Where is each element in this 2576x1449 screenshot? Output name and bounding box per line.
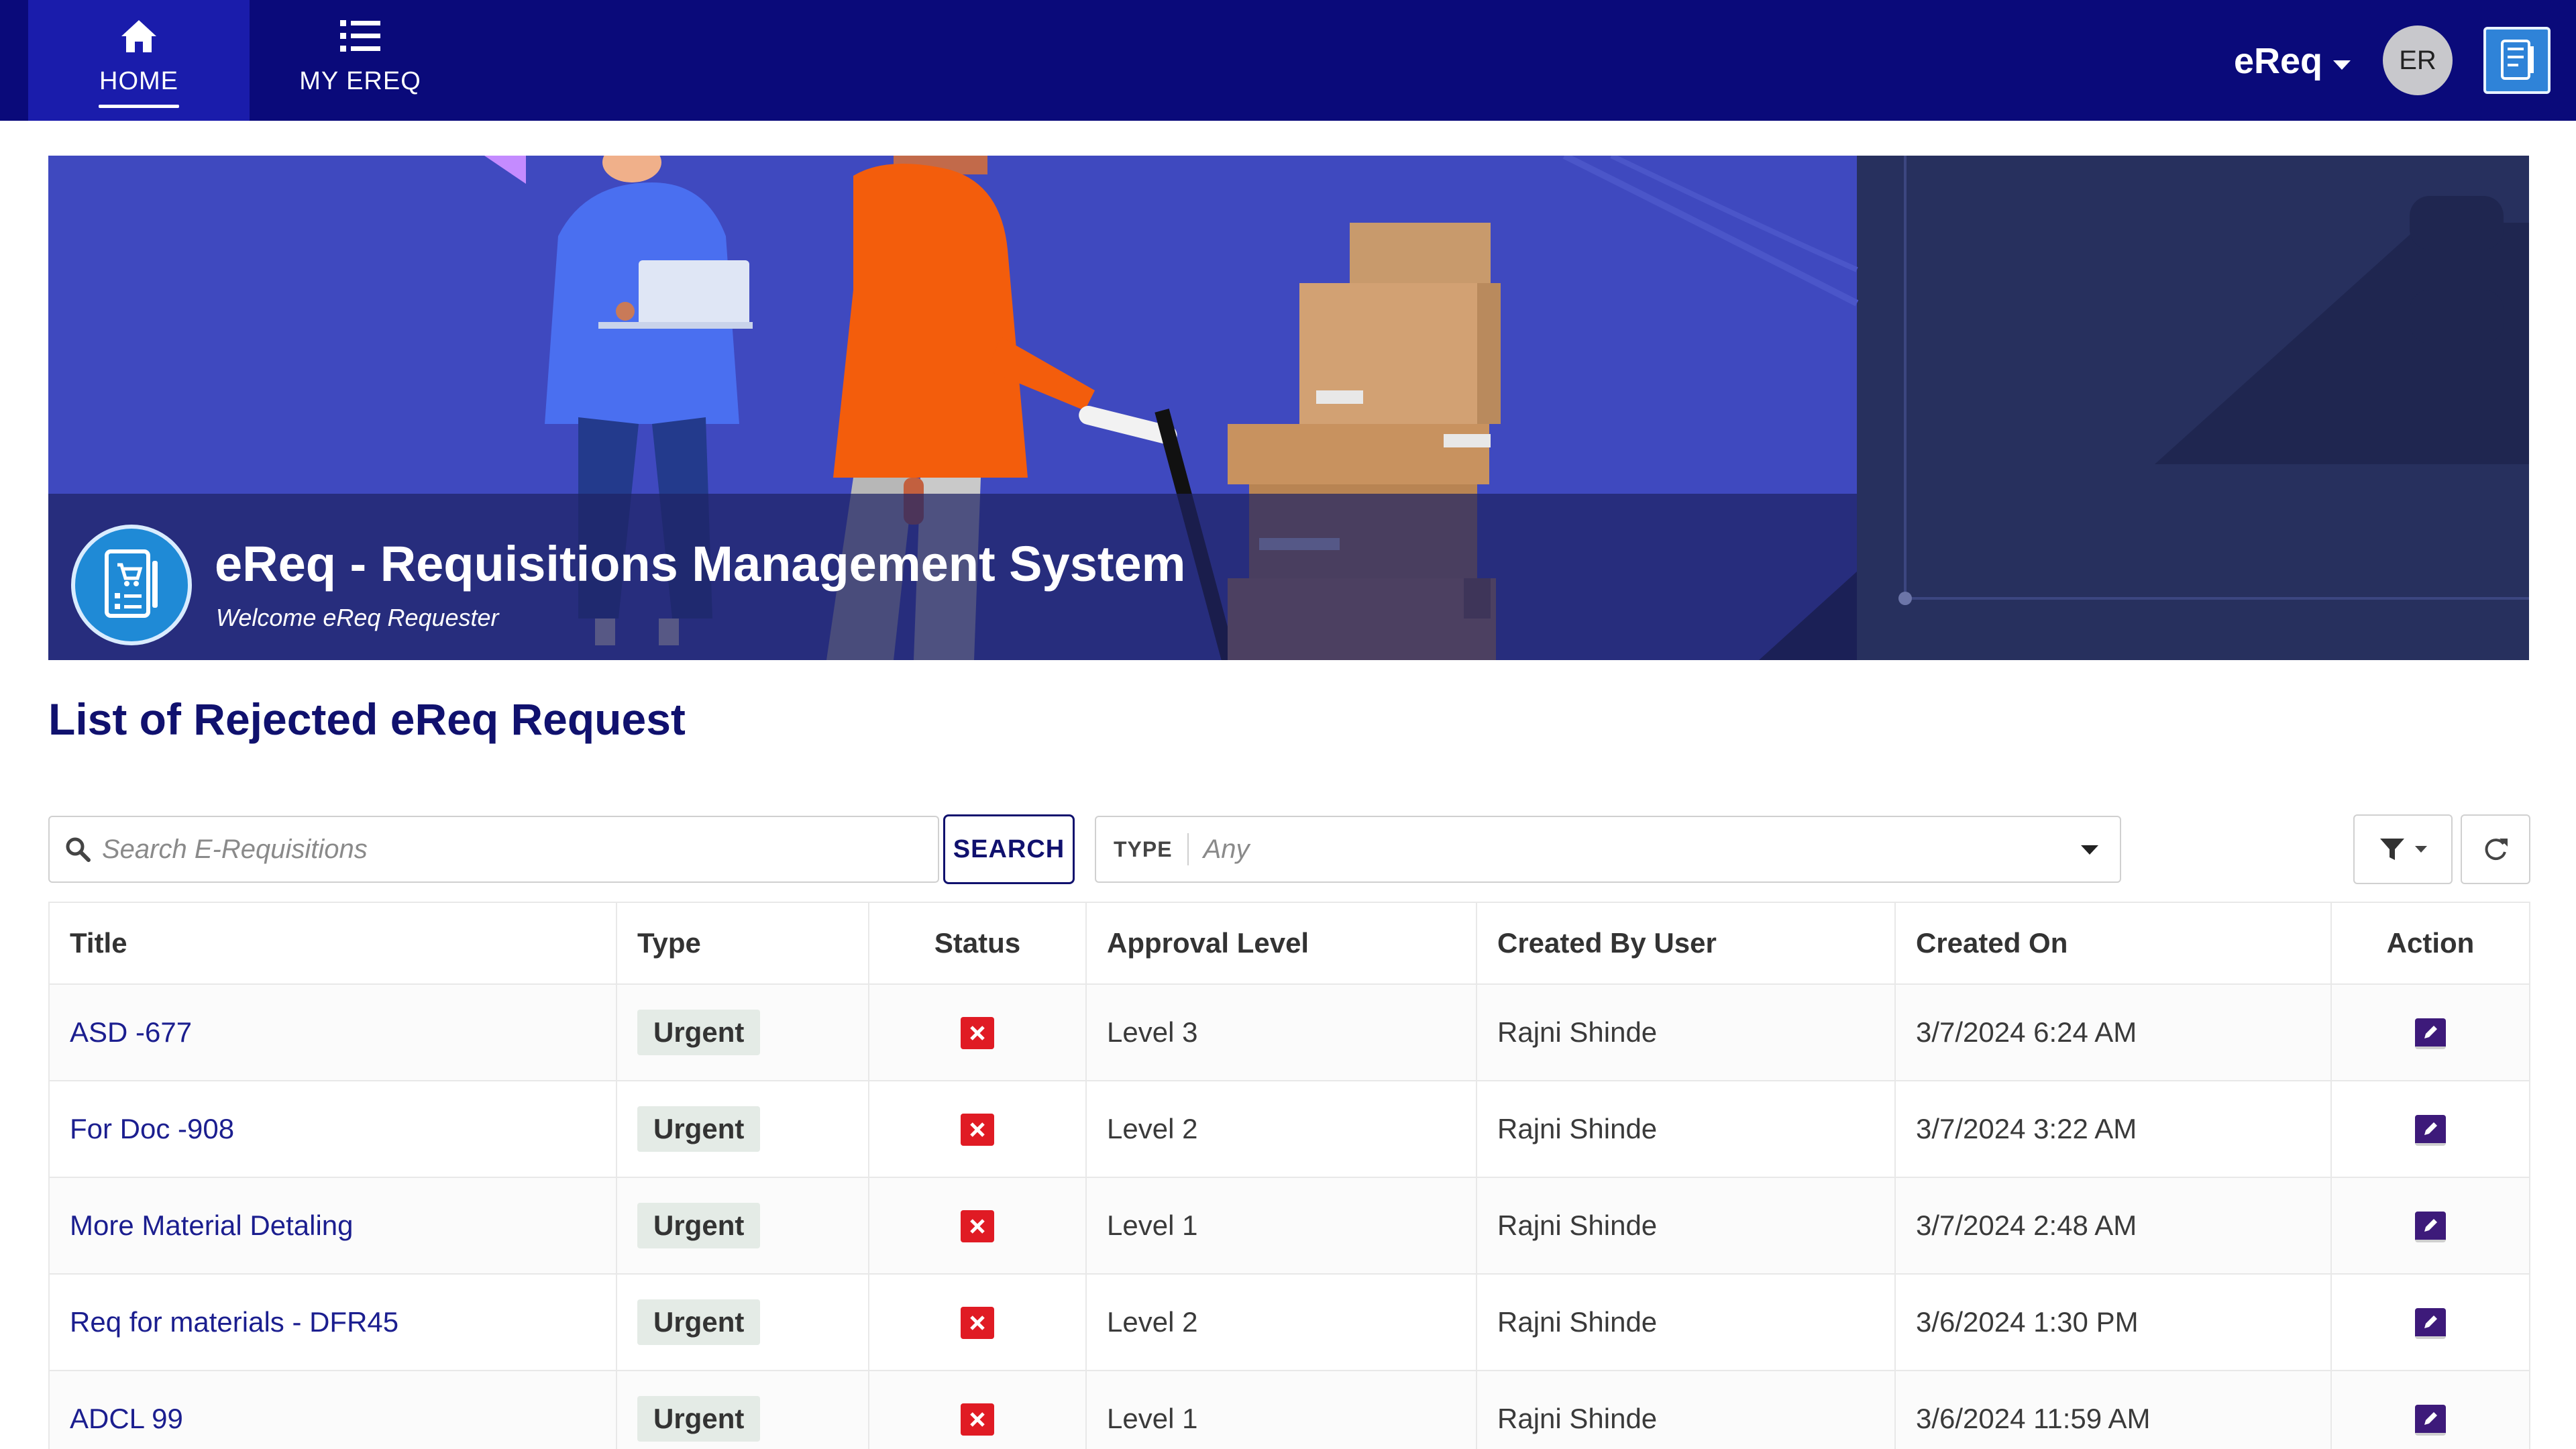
search-input[interactable] xyxy=(102,834,907,865)
table-row: Req for materials - DFR45 Urgent Level 2… xyxy=(48,1273,2530,1371)
table-header-row: Title Type Status Approval Level Created… xyxy=(48,902,2530,985)
column-header-action: Action xyxy=(2330,902,2530,985)
approval-level: Level 1 xyxy=(1085,1177,1477,1275)
app-logo-icon[interactable] xyxy=(2483,27,2551,94)
rejected-status-icon xyxy=(961,1307,994,1340)
search-button[interactable]: SEARCH xyxy=(943,814,1075,884)
page-title: List of Rejected eReq Request xyxy=(48,694,686,744)
edit-icon[interactable] xyxy=(2415,1114,2446,1146)
column-header-status[interactable]: Status xyxy=(868,902,1087,985)
refresh-icon xyxy=(2485,839,2508,861)
ereq-logo-icon xyxy=(71,525,192,645)
approval-level: Level 2 xyxy=(1085,1273,1477,1371)
rejected-requests-table: Title Type Status Approval Level Created… xyxy=(48,902,2530,1449)
type-filter-dropdown[interactable]: TYPE Any xyxy=(1095,816,2121,883)
column-header-title[interactable]: Title xyxy=(48,902,617,985)
table-row: ASD -677 Urgent Level 3 Rajni Shinde 3/7… xyxy=(48,983,2530,1081)
created-on: 3/6/2024 11:59 AM xyxy=(1894,1370,2332,1449)
created-on: 3/6/2024 1:30 PM xyxy=(1894,1273,2332,1371)
banner-subtitle: Welcome eReq Requester xyxy=(216,604,499,631)
created-on: 3/7/2024 6:24 AM xyxy=(1894,983,2332,1081)
created-by: Rajni Shinde xyxy=(1476,1273,1896,1371)
created-on: 3/7/2024 2:48 AM xyxy=(1894,1177,2332,1275)
edit-icon[interactable] xyxy=(2415,1018,2446,1049)
created-by: Rajni Shinde xyxy=(1476,1080,1896,1178)
type-filter-label: TYPE xyxy=(1114,833,1189,865)
column-header-created-by[interactable]: Created By User xyxy=(1476,902,1896,985)
created-by: Rajni Shinde xyxy=(1476,983,1896,1081)
type-badge: Urgent xyxy=(637,1299,761,1345)
column-header-approval-level[interactable]: Approval Level xyxy=(1085,902,1477,985)
type-badge: Urgent xyxy=(637,1010,761,1055)
top-navigation: HOME MY EREQ eReq ER xyxy=(0,0,2576,121)
approval-level: Level 3 xyxy=(1085,983,1477,1081)
approval-level: Level 2 xyxy=(1085,1080,1477,1178)
nav-label-home: HOME xyxy=(99,67,178,95)
home-icon xyxy=(28,17,250,55)
app-switcher-label: eReq xyxy=(2234,41,2323,81)
nav-item-home[interactable]: HOME xyxy=(28,0,250,121)
app-switcher-dropdown[interactable]: eReq xyxy=(2234,38,2351,85)
table-row: More Material Detaling Urgent Level 1 Ra… xyxy=(48,1177,2530,1275)
banner-title: eReq - Requisitions Management System xyxy=(215,536,1186,592)
created-by: Rajni Shinde xyxy=(1476,1177,1896,1275)
request-title-link[interactable]: For Doc -908 xyxy=(70,1113,234,1144)
nav-label-my-ereq: MY EREQ xyxy=(299,67,421,95)
table-row: ADCL 99 Urgent Level 1 Rajni Shinde 3/6/… xyxy=(48,1370,2530,1449)
search-icon xyxy=(64,835,94,864)
column-header-created-on[interactable]: Created On xyxy=(1894,902,2332,985)
request-title-link[interactable]: ADCL 99 xyxy=(70,1403,183,1434)
table-row: For Doc -908 Urgent Level 2 Rajni Shinde… xyxy=(48,1080,2530,1178)
request-title-link[interactable]: Req for materials - DFR45 xyxy=(70,1306,398,1338)
type-badge: Urgent xyxy=(637,1396,761,1442)
rejected-status-icon xyxy=(961,1114,994,1146)
type-badge: Urgent xyxy=(637,1106,761,1152)
column-header-type[interactable]: Type xyxy=(616,902,869,985)
search-field[interactable] xyxy=(48,816,939,883)
edit-icon[interactable] xyxy=(2415,1404,2446,1436)
list-icon xyxy=(250,17,471,55)
caret-down-icon xyxy=(2333,60,2351,70)
type-filter-value: Any xyxy=(1203,834,1250,864)
rejected-status-icon xyxy=(961,1017,994,1050)
hero-banner: eReq - Requisitions Management System We… xyxy=(48,156,2529,660)
filter-icon xyxy=(2380,839,2404,860)
created-by: Rajni Shinde xyxy=(1476,1370,1896,1449)
active-tab-indicator xyxy=(99,105,179,108)
request-title-link[interactable]: More Material Detaling xyxy=(70,1210,354,1241)
user-avatar[interactable]: ER xyxy=(2383,25,2453,95)
approval-level: Level 1 xyxy=(1085,1370,1477,1449)
edit-icon[interactable] xyxy=(2415,1211,2446,1242)
type-badge: Urgent xyxy=(637,1203,761,1248)
filter-button[interactable] xyxy=(2353,814,2453,884)
request-title-link[interactable]: ASD -677 xyxy=(70,1016,192,1048)
caret-down-icon xyxy=(2081,845,2098,855)
created-on: 3/7/2024 3:22 AM xyxy=(1894,1080,2332,1178)
edit-icon[interactable] xyxy=(2415,1307,2446,1339)
rejected-status-icon xyxy=(961,1210,994,1243)
refresh-button[interactable] xyxy=(2461,814,2530,884)
rejected-status-icon xyxy=(961,1403,994,1436)
caret-down-icon xyxy=(2415,846,2427,853)
nav-item-my-ereq[interactable]: MY EREQ xyxy=(250,0,471,121)
